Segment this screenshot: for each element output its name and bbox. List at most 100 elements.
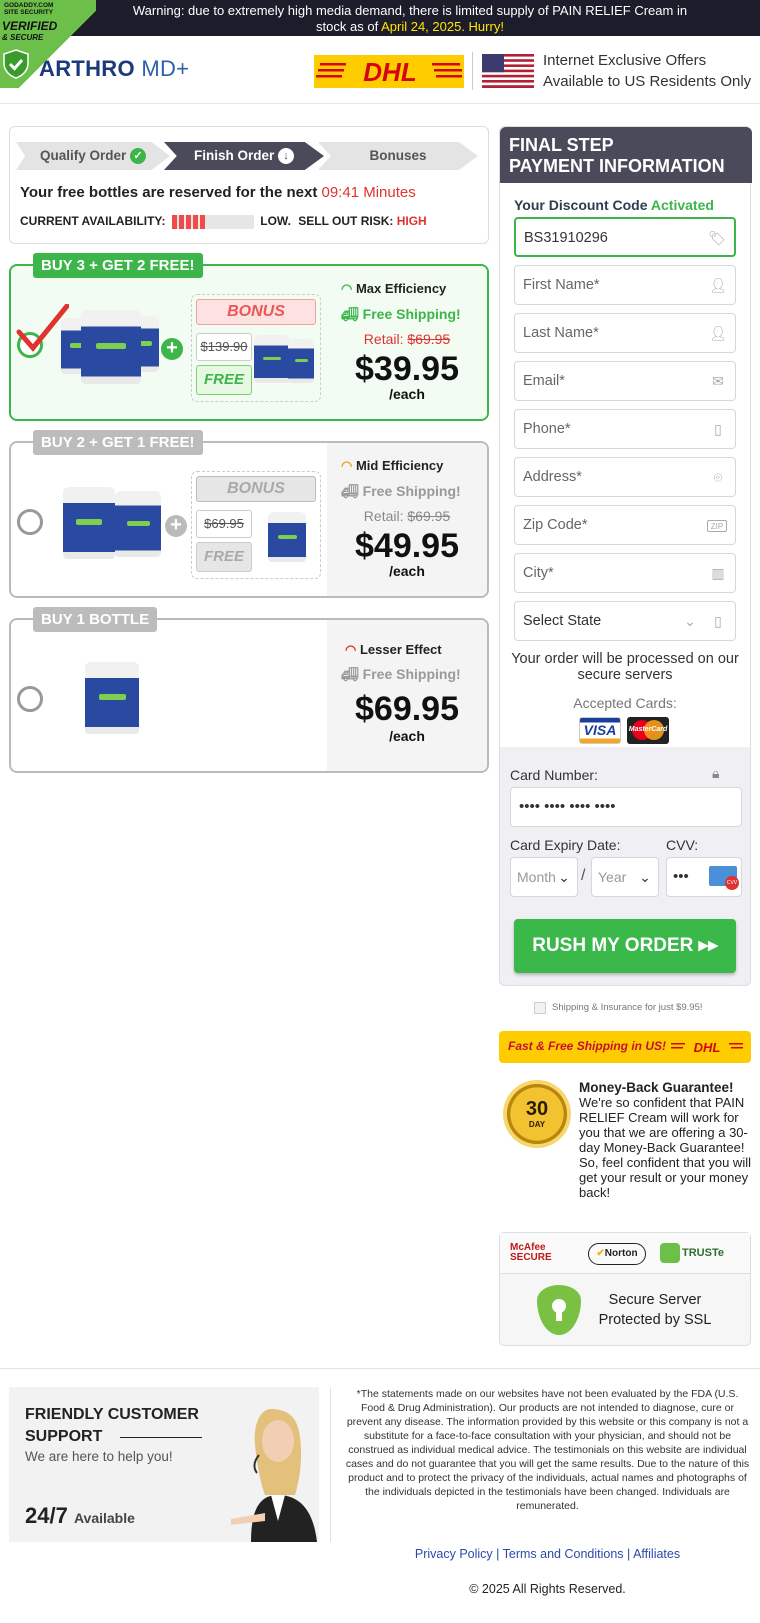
- shipping-label: Free Shipping!: [362, 483, 461, 499]
- year-value: Year: [598, 869, 627, 885]
- efficiency: ◠ Mid Efficiency: [341, 458, 443, 474]
- availability-meter-fill: [171, 214, 205, 229]
- product-bottle: [63, 487, 115, 559]
- price-unit: /each: [389, 386, 425, 402]
- expiry-month-select[interactable]: Month ⌄: [510, 857, 578, 897]
- discount-code-value: BS31910296: [524, 230, 608, 246]
- zip-icon: ZIP: [707, 520, 727, 532]
- shipping: 🚚︎ Free Shipping!: [341, 306, 461, 323]
- brand-suffix: MD+: [141, 56, 190, 81]
- date-separator: /: [581, 867, 586, 884]
- efficiency-label: Max Efficiency: [355, 281, 447, 296]
- state-select[interactable]: Select State ⌄ ▯: [514, 601, 736, 641]
- phone-input[interactable]: Phone* ▯: [514, 409, 736, 449]
- money-back-guarantee: Money-Back Guarantee! We're so confident…: [579, 1080, 751, 1200]
- offer-buy2-get1[interactable]: BUY 2 + GET 1 FREE! + BONUS $69.95 FREE …: [9, 430, 489, 598]
- affiliates-link[interactable]: Affiliates: [633, 1547, 680, 1561]
- address-input[interactable]: Address* ⌾: [514, 457, 736, 497]
- gauge-icon: ◠: [341, 458, 353, 473]
- gauge-icon: ◠: [341, 281, 353, 296]
- discount-text: Your Discount Code: [514, 197, 651, 213]
- last-name-input[interactable]: Last Name* 👤︎: [514, 313, 736, 353]
- email-input[interactable]: Email* ✉: [514, 361, 736, 401]
- zip-placeholder: Zip Code*: [523, 517, 588, 533]
- countdown-timer: 09:41 Minutes: [321, 184, 416, 201]
- form-title: FINAL STEP PAYMENT INFORMATION: [500, 127, 752, 183]
- rush-order-button[interactable]: RUSH MY ORDER ▸▸: [514, 919, 736, 973]
- shipping: 🚚︎ Free Shipping!: [341, 666, 461, 683]
- city-input[interactable]: City* ▥: [514, 553, 736, 593]
- shipping-insurance-text: Shipping & Insurance for just $9.95!: [552, 1002, 703, 1013]
- verified-line-4: & SECURE: [2, 33, 44, 42]
- dhl-small-logo-text: DHL: [694, 1040, 721, 1054]
- cvv-input[interactable]: ••• CVV: [666, 857, 742, 897]
- link-separator: |: [496, 1547, 500, 1561]
- offer-line-1: Internet Exclusive Offers: [543, 52, 707, 69]
- zip-input[interactable]: Zip Code* ZIP: [514, 505, 736, 545]
- shipping: 🚚︎ Free Shipping!: [341, 483, 461, 500]
- retail-price: Retail: $69.95: [327, 508, 487, 524]
- retail-price: Retail: $69.95: [327, 331, 487, 347]
- step-bonuses[interactable]: Bonuses: [318, 142, 478, 170]
- step-label: Finish Order: [193, 148, 275, 163]
- money-back-seal-icon: 30 DAY: [503, 1080, 571, 1148]
- ssl-shield-icon: [537, 1285, 581, 1335]
- city-placeholder: City*: [523, 565, 554, 581]
- dhl-shipping-bar: Fast & Free Shipping in US! DHL: [499, 1031, 751, 1063]
- ssl-line-2: Protected by SSL: [598, 1312, 712, 1328]
- card-number-input[interactable]: •••• •••• •••• ••••: [510, 787, 742, 827]
- offer-radio[interactable]: [17, 509, 43, 535]
- truste-icon: [660, 1243, 680, 1263]
- offer-price-panel: ◠ Max Efficiency 🚚︎ Free Shipping! Retai…: [327, 266, 487, 419]
- step-qualify-order[interactable]: Qualify Order ✓: [16, 142, 170, 170]
- discount-code-input[interactable]: BS31910296 🏷︎: [514, 217, 736, 257]
- norton-logo: ✔Norton: [588, 1243, 646, 1265]
- support-title-line-1: FRIENDLY CUSTOMER: [25, 1406, 199, 1423]
- first-name-input[interactable]: First Name* 👤︎: [514, 265, 736, 305]
- user-icon: 👤︎: [709, 325, 727, 341]
- dhl-logo-text: DHL: [363, 57, 416, 87]
- retail-label: Retail:: [363, 508, 408, 524]
- verified-line-3: VERIFIED: [2, 19, 58, 33]
- fda-disclaimer: *The statements made on our websites hav…: [345, 1388, 750, 1512]
- check-icon: ✓: [130, 148, 147, 165]
- visa-text: VISA: [583, 722, 617, 738]
- ssl-line-1: Secure Server: [608, 1292, 702, 1308]
- gauge-icon: ◠: [345, 642, 357, 657]
- card-number-value: •••• •••• •••• ••••: [519, 798, 616, 815]
- norton-check-icon: ✔: [596, 1248, 605, 1259]
- offer-price: $39.95: [355, 350, 459, 388]
- warning-text-2: stock as of: [316, 19, 382, 34]
- link-separator: |: [627, 1547, 631, 1561]
- expiry-year-select[interactable]: Year ⌄: [591, 857, 659, 897]
- mcafee-text: McAfee SECURE: [510, 1242, 552, 1263]
- step-finish-order[interactable]: Finish Order ↓: [164, 142, 324, 170]
- seal-number: 30: [525, 1098, 549, 1120]
- mastercard-text: MasterCard: [628, 726, 668, 733]
- offer-buy3-get2[interactable]: BUY 3 + GET 2 FREE! + BONUS $139.90 FREE…: [9, 253, 489, 421]
- offer-radio[interactable]: [17, 686, 43, 712]
- truste-text: TRUSTe: [682, 1246, 724, 1259]
- bonus-label: BONUS: [196, 476, 316, 502]
- terms-link[interactable]: Terms and Conditions: [503, 1547, 624, 1561]
- support-hours: 24/7 Available: [25, 1503, 135, 1529]
- chevron-down-icon: ⌄: [558, 869, 570, 885]
- warning-date: April 24, 2025. Hurry!: [381, 19, 504, 34]
- offer-price-panel: ◠ Mid Efficiency 🚚︎ Free Shipping! Retai…: [327, 443, 487, 596]
- shipping-insurance-checkbox[interactable]: [534, 1002, 546, 1014]
- footer: FRIENDLY CUSTOMER SUPPORT We are here to…: [0, 1368, 760, 1623]
- shield-check-icon: [3, 49, 29, 79]
- dhl-small-logo: DHL: [671, 1040, 743, 1054]
- bonus-label: BONUS: [196, 299, 316, 325]
- reserve-message: Your free bottles are reserved for the n…: [20, 184, 322, 201]
- offer-buy1[interactable]: BUY 1 BOTTLE ◠ Lesser Effect 🚚︎ Free Shi…: [9, 607, 489, 773]
- cvv-icon-text: CVV: [725, 876, 739, 890]
- support-subtitle: We are here to help you!: [25, 1449, 173, 1464]
- guarantee-title: Money-Back Guarantee!: [579, 1080, 734, 1095]
- visa-card-icon: VISA: [579, 717, 621, 744]
- privacy-policy-link[interactable]: Privacy Policy: [415, 1547, 493, 1561]
- offer-badge: BUY 1 BOTTLE: [33, 607, 158, 632]
- offer-price: $69.95: [355, 690, 459, 728]
- secure-servers-text: Your order will be processed on our secu…: [511, 651, 739, 683]
- first-name-placeholder: First Name*: [523, 277, 600, 293]
